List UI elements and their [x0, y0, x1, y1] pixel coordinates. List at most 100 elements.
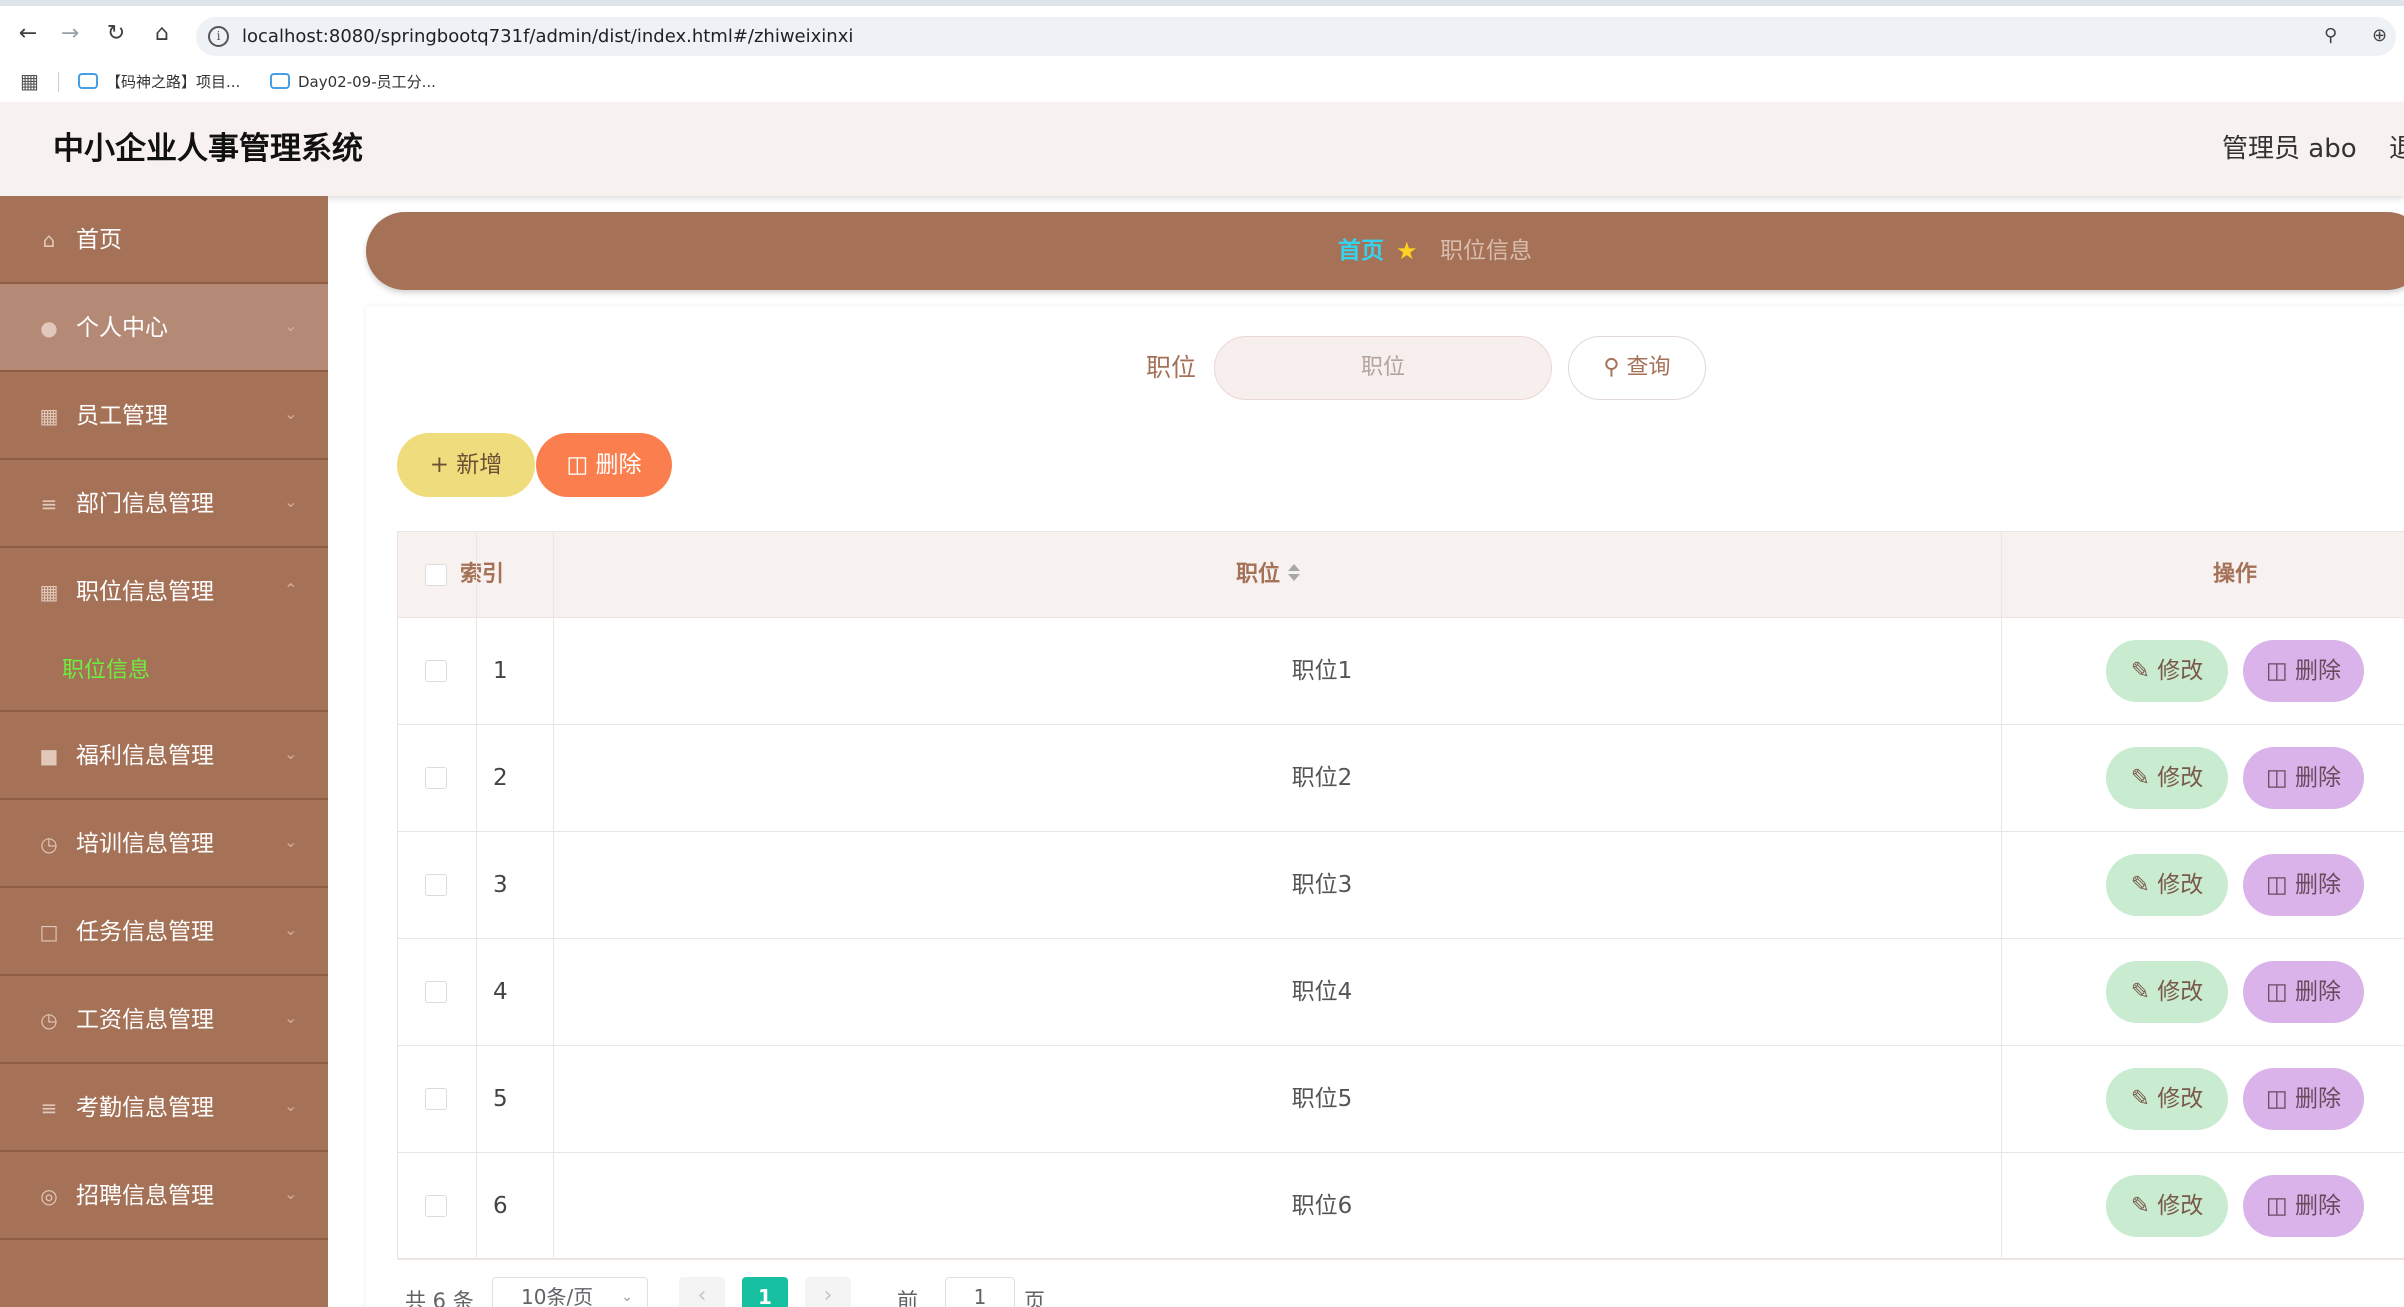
sort-icon[interactable] — [1288, 564, 1300, 581]
sidebar-item-recruitment[interactable]: ◎ 招聘信息管理 ⌄ — [0, 1152, 328, 1240]
row-delete-button[interactable]: ◫ 删除 — [2243, 1175, 2364, 1237]
bookmark-divider — [58, 72, 59, 92]
forward-icon[interactable]: → — [56, 20, 84, 48]
reload-icon[interactable]: ↻ — [102, 20, 130, 48]
edit-button-label: 修改 — [2157, 979, 2203, 1005]
row-position: 职位4 — [398, 939, 2158, 1046]
zoom-icon[interactable]: ⊕ — [2372, 25, 2387, 46]
bilibili-icon — [78, 73, 98, 89]
trash-icon: ◫ — [2266, 765, 2288, 791]
column-header-position[interactable]: 职位 — [1236, 532, 1300, 618]
next-page-button[interactable]: › — [805, 1277, 851, 1307]
sidebar-item-label: 考勤信息管理 — [76, 1064, 214, 1152]
sidebar-item-label: 工资信息管理 — [76, 976, 214, 1064]
sidebar-item-home[interactable]: ⌂ 首页 — [0, 196, 328, 284]
mic-icon: ◎ — [38, 1185, 60, 1207]
bilibili-icon — [270, 73, 290, 89]
edit-button[interactable]: ✎ 修改 — [2106, 747, 2228, 809]
password-key-icon[interactable]: ⚲ — [2324, 25, 2337, 46]
sidebar-subitem-position-info[interactable]: 职位信息 — [0, 636, 328, 712]
row-delete-label: 删除 — [2295, 658, 2341, 684]
edit-button[interactable]: ✎ 修改 — [2106, 961, 2228, 1023]
sidebar-item-salary[interactable]: ◷ 工资信息管理 ⌄ — [0, 976, 328, 1064]
row-delete-label: 删除 — [2295, 979, 2341, 1005]
browser-toolbar: ← → ↻ ⌂ i localhost:8080/springbootq731f… — [0, 0, 2404, 62]
bookmark-item[interactable]: 【码神之路】项目... — [78, 68, 240, 96]
row-delete-button[interactable]: ◫ 删除 — [2243, 961, 2364, 1023]
grid-icon: ▦ — [38, 581, 60, 603]
trash-icon: ◫ — [2266, 658, 2288, 684]
search-input[interactable]: 职位 — [1214, 336, 1552, 400]
select-all-checkbox[interactable] — [425, 564, 447, 586]
position-table: 索引 职位 操作 1 职位1 ✎ 修改 ◫ 删除 2 职位2 ✎ 修改 ◫ 删除… — [397, 531, 2404, 1259]
row-delete-button[interactable]: ◫ 删除 — [2243, 854, 2364, 916]
pencil-icon: ✎ — [2131, 765, 2150, 791]
table-header: 索引 职位 操作 — [398, 532, 2404, 618]
page-size-select[interactable]: 10条/页⌄ — [492, 1277, 648, 1307]
search-icon: ⚲ — [1603, 355, 1619, 380]
sidebar-item-welfare[interactable]: ■ 福利信息管理 ⌄ — [0, 712, 328, 800]
home-browser-icon[interactable]: ⌂ — [148, 20, 176, 48]
sidebar-item-department[interactable]: ≡ 部门信息管理 ⌄ — [0, 460, 328, 548]
sidebar-item-label: 个人中心 — [76, 284, 168, 372]
pencil-icon: ✎ — [2131, 658, 2150, 684]
sidebar-item-task[interactable]: □ 任务信息管理 ⌄ — [0, 888, 328, 976]
table-row: 5 职位5 ✎ 修改 ◫ 删除 — [398, 1046, 2404, 1153]
column-header-index: 索引 — [460, 532, 504, 618]
apps-grid-icon[interactable]: ▦ — [20, 70, 42, 92]
chat-icon: □ — [38, 921, 60, 943]
trash-icon: ◫ — [2266, 1193, 2288, 1219]
batch-delete-button[interactable]: ◫ 删除 — [536, 433, 672, 497]
chevron-down-icon: ⌄ — [284, 284, 297, 368]
sidebar-item-attendance[interactable]: ≡ 考勤信息管理 ⌄ — [0, 1064, 328, 1152]
chevron-down-icon: ⌄ — [284, 888, 297, 972]
pagination-total: 共 6 条 — [405, 1285, 474, 1307]
prev-page-button[interactable]: ‹ — [679, 1277, 725, 1307]
pencil-icon: ✎ — [2131, 1086, 2150, 1112]
app-header: 中小企业人事管理系统 管理员 abo 退 — [0, 102, 2404, 196]
sidebar-item-label: 员工管理 — [76, 372, 168, 460]
row-position: 职位1 — [398, 618, 2158, 725]
chevron-down-icon: ⌄ — [621, 1278, 633, 1307]
page-number-current[interactable]: 1 — [742, 1277, 788, 1307]
user-name[interactable]: 管理员 abo — [2222, 102, 2357, 196]
sidebar-item-training[interactable]: ◷ 培训信息管理 ⌄ — [0, 800, 328, 888]
edit-button[interactable]: ✎ 修改 — [2106, 854, 2228, 916]
goto-unit: 页 — [1024, 1285, 1045, 1307]
search-button-label: 查询 — [1627, 355, 1671, 380]
edit-button-label: 修改 — [2157, 1193, 2203, 1219]
sidebar-item-staff[interactable]: ▦ 员工管理 ⌄ — [0, 372, 328, 460]
edit-button[interactable]: ✎ 修改 — [2106, 1175, 2228, 1237]
app-title: 中小企业人事管理系统 — [53, 102, 363, 196]
sidebar-item-label: 任务信息管理 — [76, 888, 214, 976]
table-row: 1 职位1 ✎ 修改 ◫ 删除 — [398, 618, 2404, 725]
row-position: 职位5 — [398, 1046, 2158, 1153]
breadcrumb-current: 职位信息 — [1440, 212, 1532, 290]
url-text: localhost:8080/springbootq731f/admin/dis… — [242, 17, 853, 56]
address-bar[interactable]: i localhost:8080/springbootq731f/admin/d… — [196, 17, 2396, 56]
row-delete-button[interactable]: ◫ 删除 — [2243, 747, 2364, 809]
sidebar-item-personal-center[interactable]: ● 个人中心 ⌄ — [0, 284, 328, 372]
row-position: 职位2 — [398, 725, 2158, 832]
row-delete-button[interactable]: ◫ 删除 — [2243, 640, 2364, 702]
gauge-icon: ◷ — [38, 1009, 60, 1031]
breadcrumb-home-link[interactable]: 首页 — [1338, 212, 1384, 290]
plus-icon: + — [430, 452, 449, 478]
column-header-position-label: 职位 — [1236, 562, 1280, 587]
pencil-icon: ✎ — [2131, 979, 2150, 1005]
row-delete-button[interactable]: ◫ 删除 — [2243, 1068, 2364, 1130]
edit-button[interactable]: ✎ 修改 — [2106, 640, 2228, 702]
add-button[interactable]: + 新增 — [397, 433, 535, 497]
back-icon[interactable]: ← — [14, 20, 42, 48]
table-row: 2 职位2 ✎ 修改 ◫ 删除 — [398, 725, 2404, 832]
logout-link[interactable]: 退 — [2389, 102, 2404, 196]
staff-icon: ▦ — [38, 405, 60, 427]
chevron-down-icon: ⌄ — [284, 1064, 297, 1148]
sidebar-item-position[interactable]: ▦ 职位信息管理 ⌃ — [0, 548, 328, 636]
site-info-icon[interactable]: i — [208, 26, 229, 47]
bookmark-item[interactable]: Day02-09-员工分... — [270, 68, 436, 96]
edit-button[interactable]: ✎ 修改 — [2106, 1068, 2228, 1130]
chevron-down-icon: ⌄ — [284, 460, 297, 544]
goto-page-input[interactable]: 1 — [945, 1277, 1015, 1307]
search-button[interactable]: ⚲ 查询 — [1568, 336, 1706, 400]
